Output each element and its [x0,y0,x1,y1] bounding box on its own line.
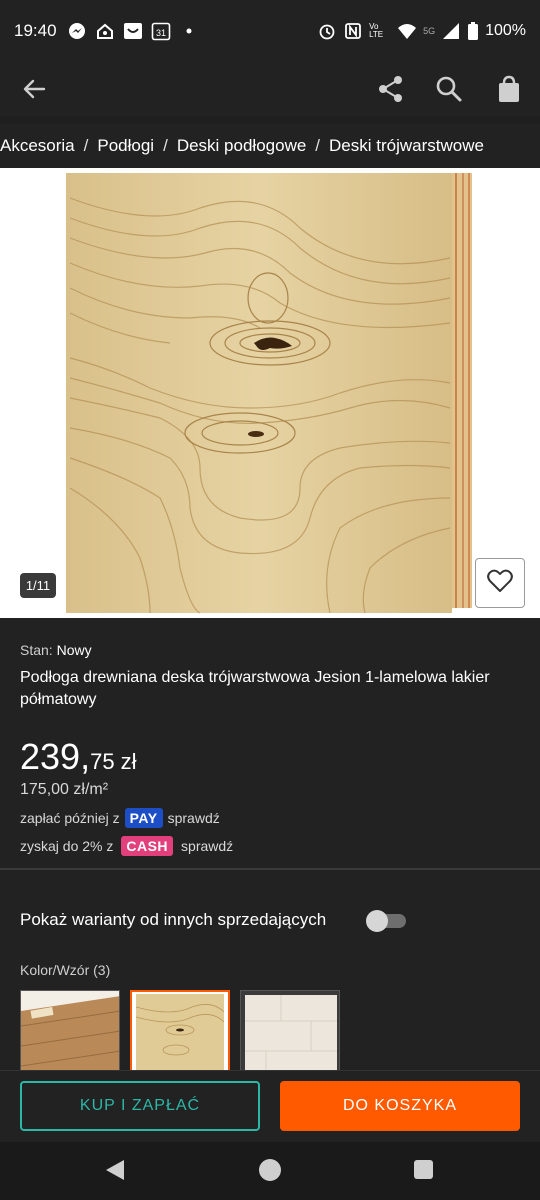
condition-value: Nowy [56,642,92,658]
signal-icon [441,21,461,41]
messenger-icon [67,21,87,41]
heart-icon [487,569,513,598]
toggle-thumb [366,910,388,932]
variants-section: Pokaż warianty od innych sprzedających K… [0,870,540,1080]
status-time: 19:40 [14,21,57,40]
cashback-row[interactable]: zyskaj do 2% z CASH sprawdź [20,836,233,856]
breadcrumb-item-podlogi[interactable]: Podłogi [97,136,154,155]
breadcrumb-separator: / [315,136,321,155]
variants-label: Kolor/Wzór (3) [20,962,111,978]
cash-badge: CASH [121,836,174,856]
breadcrumb-item-deski-trojwarstwowe[interactable]: Deski trójwarstwowe [329,136,484,155]
favorite-button[interactable] [475,558,525,608]
variant-swatch-selected[interactable] [130,990,230,1080]
app-bar [0,62,540,116]
action-bar: KUP I ZAPŁAĆ DO KOSZYKA [0,1070,540,1142]
status-bar: 19:40 31 Vo LTE 5G 100% [0,0,540,62]
variant-swatch[interactable] [240,990,340,1080]
variant-image [132,992,228,1078]
nav-home-icon[interactable] [259,1159,281,1181]
image-counter: 1/11 [20,573,56,598]
product-condition: Stan: Nowy [20,642,92,658]
search-icon[interactable] [434,74,464,104]
variant-image [21,991,119,1079]
buy-now-button[interactable]: KUP I ZAPŁAĆ [20,1081,260,1131]
product-price: 239,75 zł [20,736,136,778]
product-title: Podłoga drewniana deska trójwarstwowa Je… [20,669,490,708]
cashback-text: zyskaj do 2% z [20,838,114,854]
wifi-icon [397,21,417,41]
volte-icon: Vo LTE [369,22,384,39]
price-currency: zł [120,749,137,774]
variant-swatch[interactable] [20,990,120,1080]
pay-later-row[interactable]: zapłać później z PAY sprawdź [20,808,220,828]
allegro-notification-icon [123,21,143,41]
breadcrumb-separator: / [163,136,168,155]
nfc-icon [343,21,363,41]
variant-image [241,991,339,1079]
pay-check-link[interactable]: sprawdź [168,810,220,826]
alarm-icon [317,21,337,41]
home-app-icon [95,21,115,41]
price-main: 239, [20,736,91,777]
condition-label: Stan: [20,642,53,658]
product-image-gallery[interactable] [0,168,540,618]
nav-recents-icon[interactable] [414,1160,433,1179]
breadcrumb-item-akcesoria[interactable]: Akcesoria [0,136,75,155]
battery-percent: 100% [485,22,526,39]
system-nav-bar [0,1142,540,1200]
arrow-left-icon[interactable] [20,74,50,104]
shopping-bag-icon[interactable] [494,74,524,104]
other-sellers-toggle[interactable] [366,910,406,932]
product-info: Stan: Nowy Podłoga drewniana deska trójw… [0,618,540,868]
breadcrumb-item-deski-podlogowe[interactable]: Deski podłogowe [177,136,306,155]
other-sellers-toggle-label: Pokaż warianty od innych sprzedających [20,910,327,929]
pay-later-text: zapłać później z [20,810,120,826]
pay-badge: PAY [124,808,163,828]
nav-back-icon[interactable] [104,1159,126,1186]
cash-check-link[interactable]: sprawdź [181,838,233,854]
breadcrumb-separator: / [83,136,89,155]
breadcrumb: Akcesoria / Podłogi / Deski podłogowe / Deski … [0,124,540,168]
battery-icon [467,21,479,41]
add-to-cart-button[interactable]: DO KOSZYKA [280,1081,520,1131]
calendar-icon: 31 [151,21,171,41]
unit-price: 175,00 zł/m² [20,781,109,798]
share-icon[interactable] [376,74,406,104]
network-type: 5G [423,26,436,36]
dot-icon [179,21,199,41]
price-cents: 75 [90,749,115,774]
product-image [66,173,472,614]
calendar-day-text: 31 [156,28,166,38]
